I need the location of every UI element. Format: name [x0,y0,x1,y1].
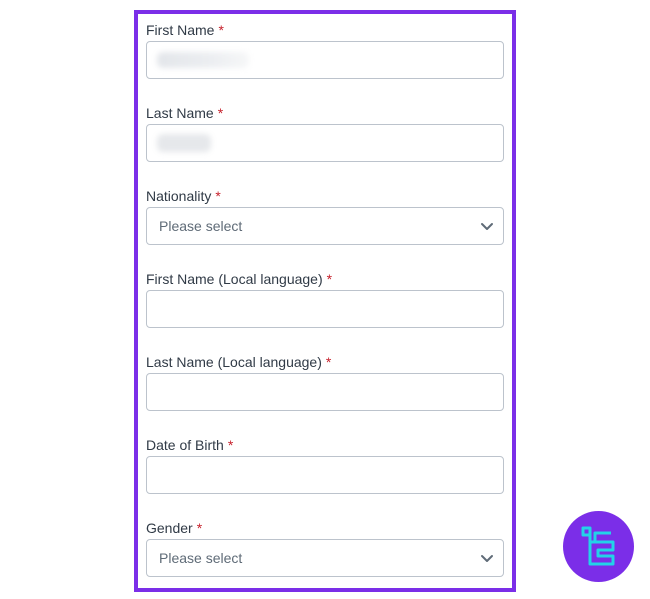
last-name-local-label: Last Name (Local language) * [146,354,331,370]
chevron-down-icon[interactable] [479,550,495,566]
required-asterisk: * [227,437,234,453]
last-name-local-label-text: Last Name (Local language) [146,354,322,370]
required-asterisk: * [218,22,224,38]
required-asterisk: * [326,271,333,287]
required-asterisk: * [215,188,221,204]
required-asterisk: * [217,105,224,121]
nationality-placeholder: Please select [159,218,243,234]
last-name-label-text: Last Name [146,105,214,121]
gender-placeholder: Please select [159,550,243,566]
chevron-down-icon[interactable] [479,218,495,234]
last-name-input[interactable] [146,124,504,162]
first-name-local-label: First Name (Local language) * [146,271,332,287]
first-name-label: First Name * [146,22,224,38]
brand-logo-icon [563,511,634,582]
last-name-label: Last Name * [146,105,223,121]
required-asterisk: * [196,520,203,536]
redacted-value [157,52,249,68]
gender-label: Gender * [146,520,202,536]
registration-form: First Name * Last Name * Nationality * Plea… [134,10,516,592]
nationality-select[interactable]: Please select [146,207,504,245]
dob-label-text: Date of Birth [146,437,224,453]
gender-label-text: Gender [146,520,193,536]
nationality-label-text: Nationality [146,188,212,204]
nationality-label: Nationality * [146,188,221,204]
gender-select[interactable]: Please select [146,539,504,577]
redacted-value [157,134,211,152]
dob-label: Date of Birth * [146,437,233,453]
required-asterisk: * [325,354,332,370]
dob-input[interactable] [146,456,504,494]
first-name-local-label-text: First Name (Local language) [146,271,323,287]
first-name-input[interactable] [146,41,504,79]
first-name-local-input[interactable] [146,290,504,328]
last-name-local-input[interactable] [146,373,504,411]
first-name-label-text: First Name [146,22,215,38]
